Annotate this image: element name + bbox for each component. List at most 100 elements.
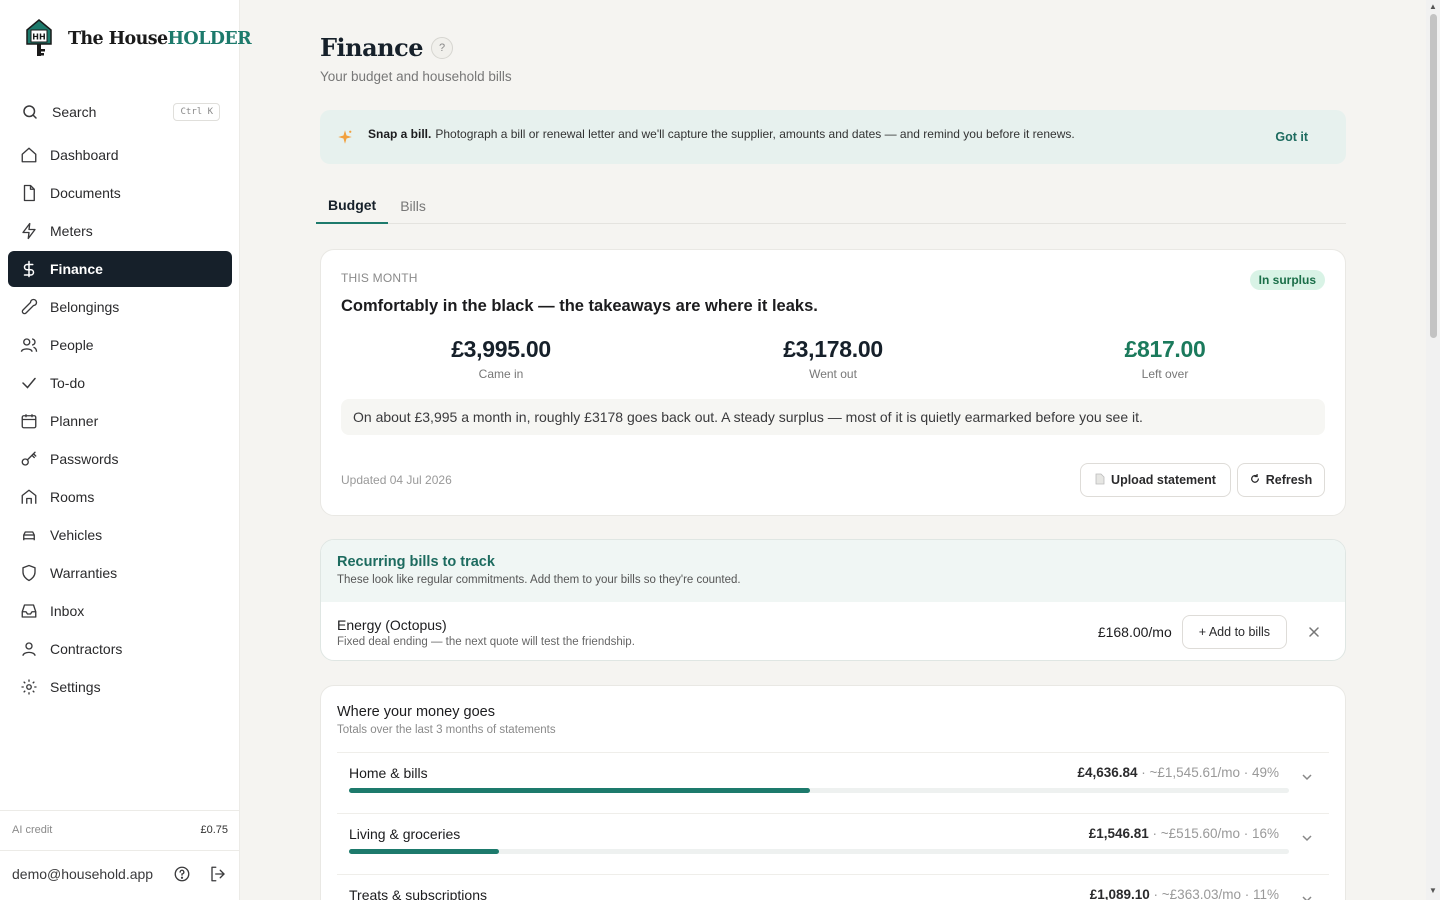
sidebar-item-meters[interactable]: Meters [8,213,232,249]
page-scrollbar[interactable]: ▲ ▼ [1426,0,1440,900]
sidebar-item-todo[interactable]: To-do [8,365,232,401]
breakdown-subtitle: Totals over the last 3 months of stateme… [337,724,556,736]
category-total: £1,089.10 [1089,887,1150,900]
shield-icon [20,564,38,582]
sidebar-item-label: Rooms [50,489,95,505]
breakdown-title: Where your money goes [337,704,495,720]
logout-icon[interactable] [208,864,228,884]
sidebar-item-label: Dashboard [50,147,119,163]
sidebar-item-people[interactable]: People [8,327,232,363]
went-out-label: Went out [809,367,857,381]
recurring-bills-card: Recurring bills to track These look like… [320,539,1346,661]
page-header: Finance ? [320,33,453,62]
spending-breakdown-card: Where your money goes Totals over the la… [320,685,1346,900]
sidebar-item-settings[interactable]: Settings [8,669,232,705]
door-icon [20,488,38,506]
category-row-home[interactable]: Home & bills £4,636.84 · ~£1,545.61/mo ·… [337,752,1329,812]
account-email: demo@household.app [12,865,154,882]
sidebar-item-inbox[interactable]: Inbox [8,593,232,629]
home-icon [20,146,38,164]
inbox-icon [20,602,38,620]
got-it-button[interactable]: Got it [1275,130,1308,144]
category-total: £1,546.81 [1088,826,1149,841]
recurring-title: Recurring bills to track [337,554,495,570]
refresh-label: Refresh [1265,473,1313,487]
sidebar-item-label: Warranties [50,565,118,581]
sidebar-item-label: Settings [50,679,101,695]
category-name: Treats & subscriptions [349,887,487,900]
sidebar-item-label: Vehicles [50,527,103,543]
sidebar-item-documents[interactable]: Documents [8,175,232,211]
category-row-living[interactable]: Living & groceries £1,546.81 · ~£515.60/… [337,813,1329,873]
sidebar-item-contractors[interactable]: Contractors [8,631,232,667]
sidebar-item-dashboard[interactable]: Dashboard [8,137,232,173]
sidebar-item-rooms[interactable]: Rooms [8,479,232,515]
category-row-treats[interactable]: Treats & subscriptions £1,089.10 · ~£363… [337,874,1329,900]
chevron-down-icon[interactable] [1301,831,1313,843]
went-out-value: £3,178.00 [783,336,883,362]
search-label: Search [52,104,97,120]
car-icon [20,526,38,544]
refresh-icon [1250,473,1260,487]
came-in-stat: £3,995.00 Came in [351,336,651,381]
dismiss-icon[interactable] [1307,625,1321,639]
tab-bills[interactable]: Bills [388,188,438,224]
svg-text:HH: HH [32,33,45,42]
page-title: Finance [320,33,424,62]
tip-body: Photograph a bill or renewal letter and … [435,127,1075,141]
account-bar: demo@household.app [0,850,240,896]
recurring-subtitle: These look like regular commitments. Add… [337,574,741,586]
sidebar-item-label: Meters [50,223,93,239]
sidebar-item-passwords[interactable]: Passwords [8,441,232,477]
snap-bill-tip: Snap a bill. Photograph a bill or renewa… [320,110,1346,164]
scroll-up-icon[interactable]: ▲ [1429,2,1437,11]
key-icon [20,450,38,468]
category-bar [349,849,500,854]
went-out-stat: £3,178.00 Went out [683,336,983,381]
search-icon [20,102,40,122]
upload-statement-button[interactable]: Upload statement [1080,463,1231,497]
help-icon[interactable] [172,864,192,884]
chevron-down-icon[interactable] [1301,892,1313,900]
ai-credit-label: AI credit [12,823,53,836]
left-over-stat: £817.00 Left over [1015,336,1315,381]
sidebar-item-warranties[interactable]: Warranties [8,555,232,591]
app-logo[interactable]: HH The HouseHOLDER [24,18,252,60]
search-button[interactable]: Search Ctrl K [12,96,228,128]
category-detail: · ~£1,545.61/mo · 49% [1137,765,1279,780]
category-amounts: £1,089.10 · ~£363.03/mo · 11% [1090,887,1279,900]
recurring-bill-amount: £168.00/mo [1097,624,1172,640]
ai-credit-value: £0.75 [200,823,228,836]
sidebar-item-label: Finance [50,261,103,277]
recurring-bill-note: Fixed deal ending — the next quote will … [337,635,635,648]
tip-title: Snap a bill. [368,127,432,141]
house-key-logo-icon: HH [24,18,54,60]
page-help-button[interactable]: ? [431,36,453,59]
came-in-label: Came in [478,367,524,381]
left-over-value: £817.00 [1124,336,1206,362]
recurring-bill-name: Energy (Octopus) [337,616,447,633]
sidebar-item-belongings[interactable]: Belongings [8,289,232,325]
document-icon [20,184,38,202]
this-month-eyebrow: THIS MONTH [341,271,418,285]
gear-icon [20,678,38,696]
app-name: The HouseHOLDER [68,29,252,49]
sidebar-item-planner[interactable]: Planner [8,403,232,439]
category-detail: · ~£515.60/mo · 16% [1148,826,1279,841]
tab-budget[interactable]: Budget [316,188,389,224]
add-to-bills-button[interactable]: + Add to bills [1181,615,1287,649]
file-icon [1095,473,1105,488]
people-icon [20,336,38,354]
sidebar-item-label: Belongings [50,299,120,315]
sidebar-item-vehicles[interactable]: Vehicles [8,517,232,553]
category-amounts: £4,636.84 · ~£1,545.61/mo · 49% [1077,765,1279,780]
sidebar-item-label: Contractors [50,641,123,657]
scroll-down-icon[interactable]: ▼ [1429,886,1437,895]
scrollbar-thumb[interactable] [1430,14,1437,338]
refresh-button[interactable]: Refresh [1237,463,1325,497]
recurring-bill-row: Energy (Octopus) Fixed deal ending — the… [321,602,1345,660]
chevron-down-icon[interactable] [1301,770,1313,782]
sidebar-item-finance[interactable]: Finance [8,251,232,287]
sidebar-item-label: Documents [50,185,121,201]
category-bar-track [349,849,1289,854]
